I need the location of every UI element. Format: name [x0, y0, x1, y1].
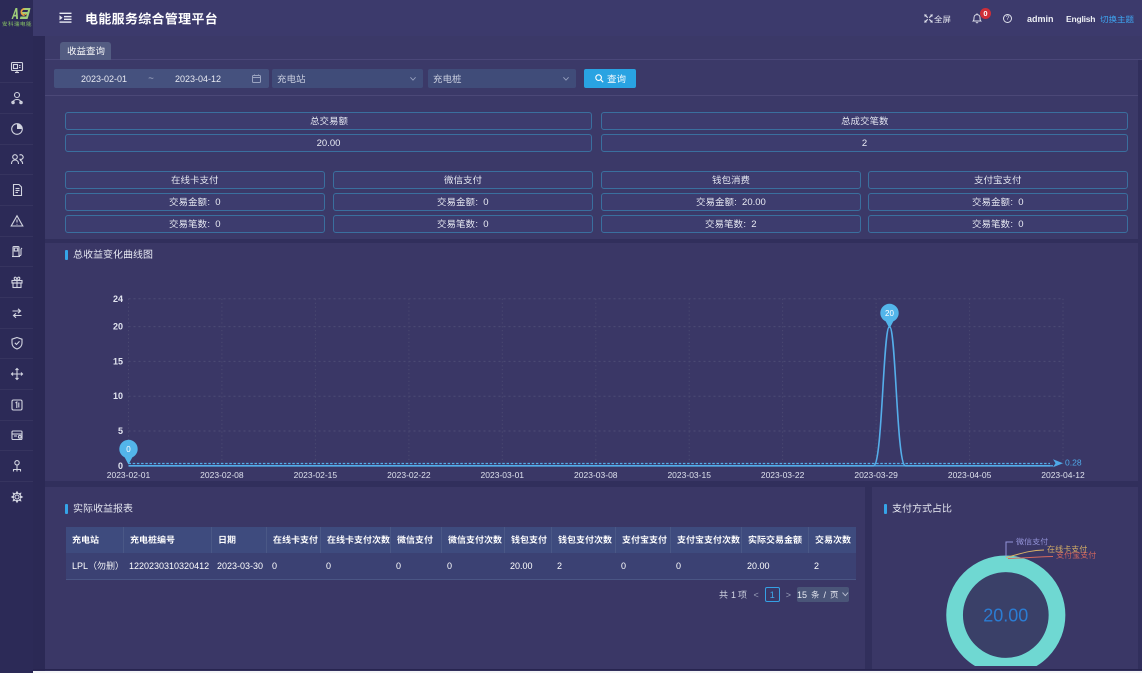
svg-text:20.00: 20.00	[983, 606, 1028, 626]
svg-text:2023-02-08: 2023-02-08	[200, 470, 244, 480]
svg-text:2023-03-29: 2023-03-29	[854, 470, 898, 480]
svg-text:20: 20	[113, 322, 123, 332]
svg-text:5: 5	[118, 426, 123, 436]
svg-text:24: 24	[113, 294, 123, 304]
svg-text:0: 0	[126, 445, 131, 454]
svg-text:2023-03-22: 2023-03-22	[761, 470, 805, 480]
svg-text:2023-02-22: 2023-02-22	[387, 470, 431, 480]
svg-text:2023-02-01: 2023-02-01	[107, 470, 151, 480]
svg-text:2023-04-12: 2023-04-12	[1041, 470, 1085, 480]
svg-text:2023-03-08: 2023-03-08	[574, 470, 618, 480]
svg-text:2023-03-01: 2023-03-01	[481, 470, 525, 480]
svg-text:2023-02-15: 2023-02-15	[294, 470, 338, 480]
svg-text:15: 15	[113, 356, 123, 366]
svg-text:0.28: 0.28	[1065, 457, 1082, 467]
svg-text:20: 20	[885, 309, 894, 318]
svg-text:2023-03-15: 2023-03-15	[667, 470, 711, 480]
svg-text:2023-04-05: 2023-04-05	[948, 470, 992, 480]
svg-text:10: 10	[113, 391, 123, 401]
